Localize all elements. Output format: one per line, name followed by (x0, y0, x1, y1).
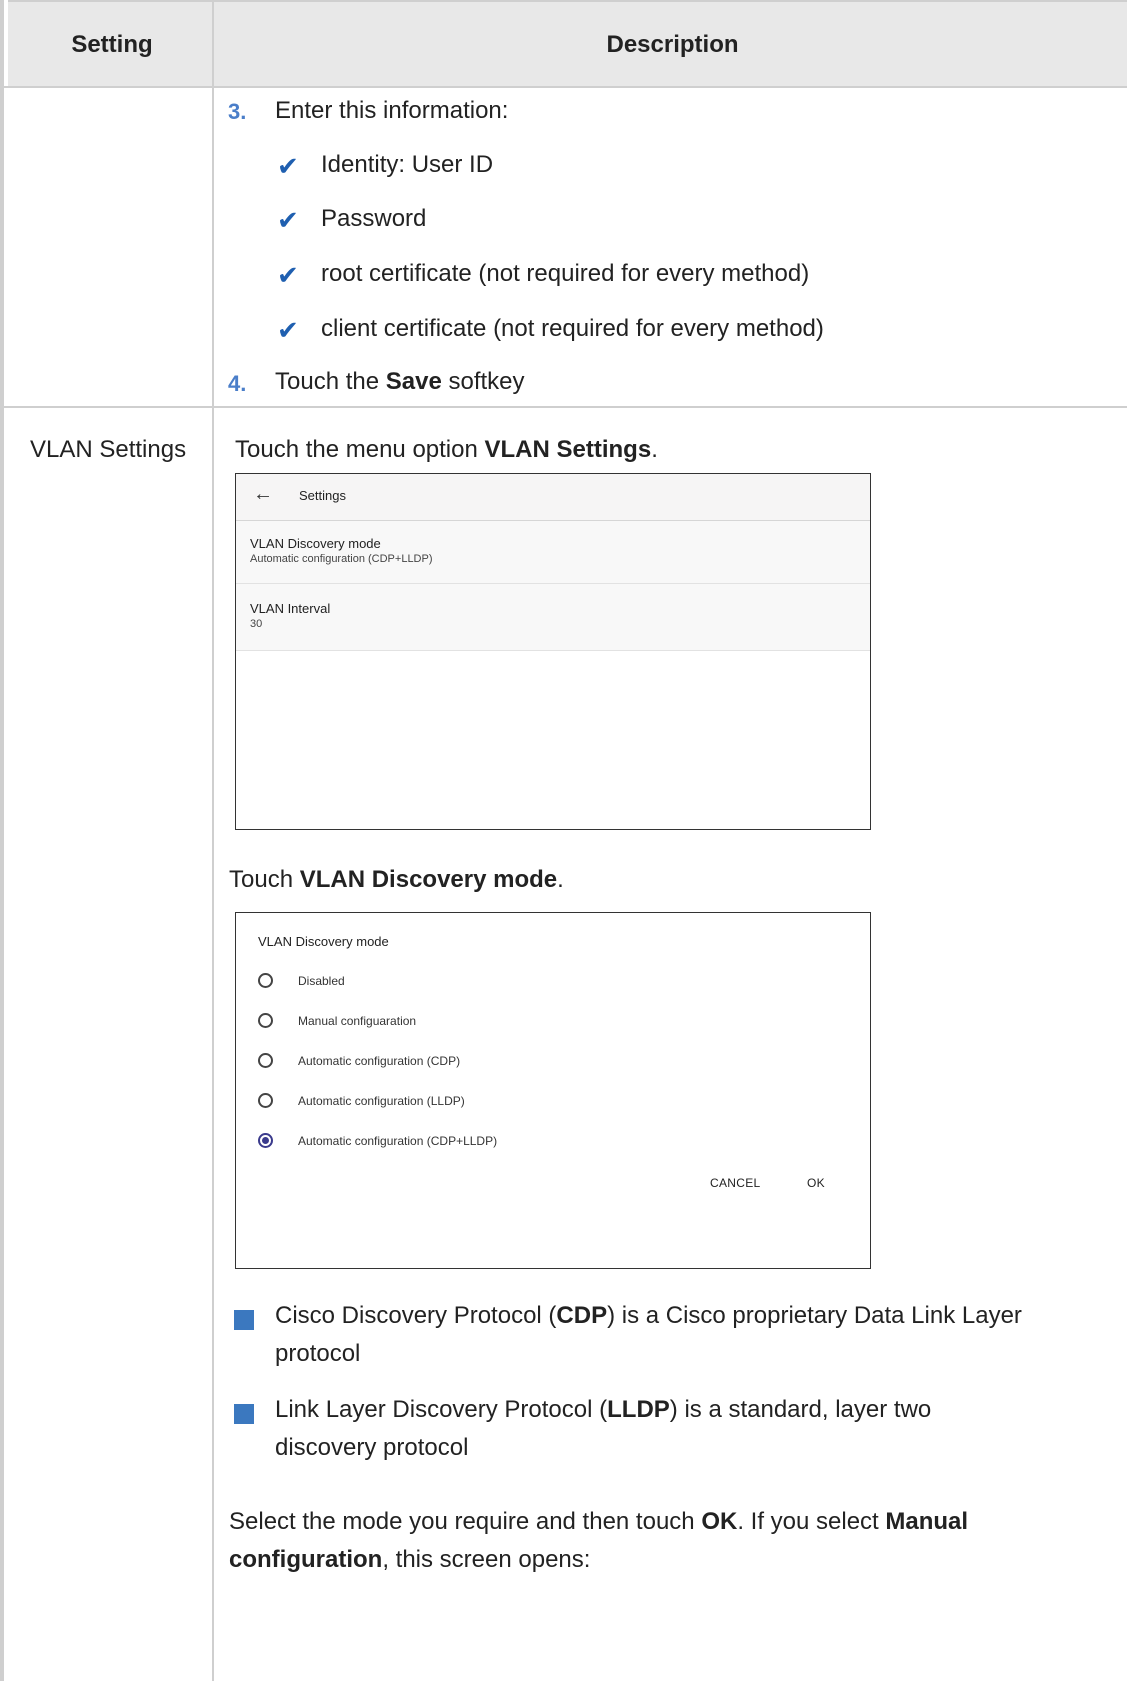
final-line2: configuration, this screen opens: (229, 1546, 591, 1573)
radio-label: Automatic configuration (CDP+LLDP) (298, 1134, 498, 1148)
check-item-password: Password (321, 205, 427, 232)
check-icon: ✔ (277, 151, 299, 181)
step-number-3: 3. (228, 99, 247, 124)
header-divider (4, 86, 1127, 88)
radio-disabled[interactable] (258, 973, 273, 988)
step-number-4: 4. (228, 371, 247, 396)
bullet-lldp-line2: discovery protocol (275, 1434, 469, 1461)
final-line1: Select the mode you require and then tou… (229, 1508, 969, 1535)
cancel-button[interactable]: CANCEL (710, 1176, 760, 1190)
settings-table: Setting Description 3. Enter this inform… (0, 0, 1127, 1681)
radio-label: Automatic configuration (LLDP) (298, 1094, 465, 1108)
radio-label: Disabled (298, 974, 345, 988)
step-3-text: Enter this information: (275, 97, 509, 124)
bullet-square-icon (234, 1404, 254, 1424)
radio-label: Manual configuaration (298, 1014, 417, 1028)
check-item-root-cert: root certificate (not required for every… (321, 260, 810, 287)
column-divider (212, 0, 214, 1681)
check-icon: ✔ (277, 260, 299, 290)
check-icon: ✔ (277, 315, 299, 345)
item-title: VLAN Interval (250, 601, 331, 616)
row-divider (4, 406, 1127, 408)
settings-title: Settings (299, 488, 346, 503)
radio-auto-lldp[interactable] (258, 1093, 273, 1108)
settings-screenshot: ← Settings VLAN Discovery mode Automatic… (235, 473, 871, 830)
radio-manual[interactable] (258, 1013, 273, 1028)
step-4-text: Touch the Save softkey (275, 368, 525, 395)
setting-vlan-settings: VLAN Settings (30, 436, 187, 463)
table-header: Setting Description (8, 0, 1127, 88)
back-arrow-icon[interactable]: ← (253, 483, 273, 506)
bullet-lldp-line1: Link Layer Discovery Protocol (LLDP) is … (275, 1396, 932, 1423)
radio-auto-cdp-lldp[interactable] (258, 1133, 273, 1148)
discovery-dialog-screenshot: VLAN Discovery mode Disabled Manual conf… (235, 912, 871, 1269)
radio-auto-cdp[interactable] (258, 1053, 273, 1068)
check-item-identity: Identity: User ID (321, 151, 494, 178)
touch-discovery-text: Touch VLAN Discovery mode. (229, 866, 564, 893)
item-value: 30 (250, 618, 263, 630)
header-description: Description (606, 31, 739, 58)
bullet-cdp-line1: Cisco Discovery Protocol (CDP) is a Cisc… (275, 1302, 1022, 1329)
bullet-cdp-line2: protocol (275, 1340, 361, 1367)
settings-item-interval[interactable]: VLAN Interval 30 (236, 584, 870, 651)
item-value: Automatic configuration (CDP+LLDP) (250, 553, 433, 565)
ok-button[interactable]: OK (807, 1176, 825, 1190)
check-item-client-cert: client certificate (not required for eve… (321, 315, 824, 342)
settings-item-discovery-mode[interactable]: VLAN Discovery mode Automatic configurat… (236, 521, 870, 584)
bullet-square-icon (234, 1310, 254, 1330)
intro-text: Touch the menu option VLAN Settings. (235, 436, 658, 463)
header-setting: Setting (71, 31, 153, 58)
item-title: VLAN Discovery mode (250, 536, 381, 551)
radio-label: Automatic configuration (CDP) (298, 1054, 461, 1068)
settings-app-bar: ← Settings (236, 474, 870, 522)
dialog-title: VLAN Discovery mode (258, 934, 389, 949)
check-icon: ✔ (277, 205, 299, 235)
